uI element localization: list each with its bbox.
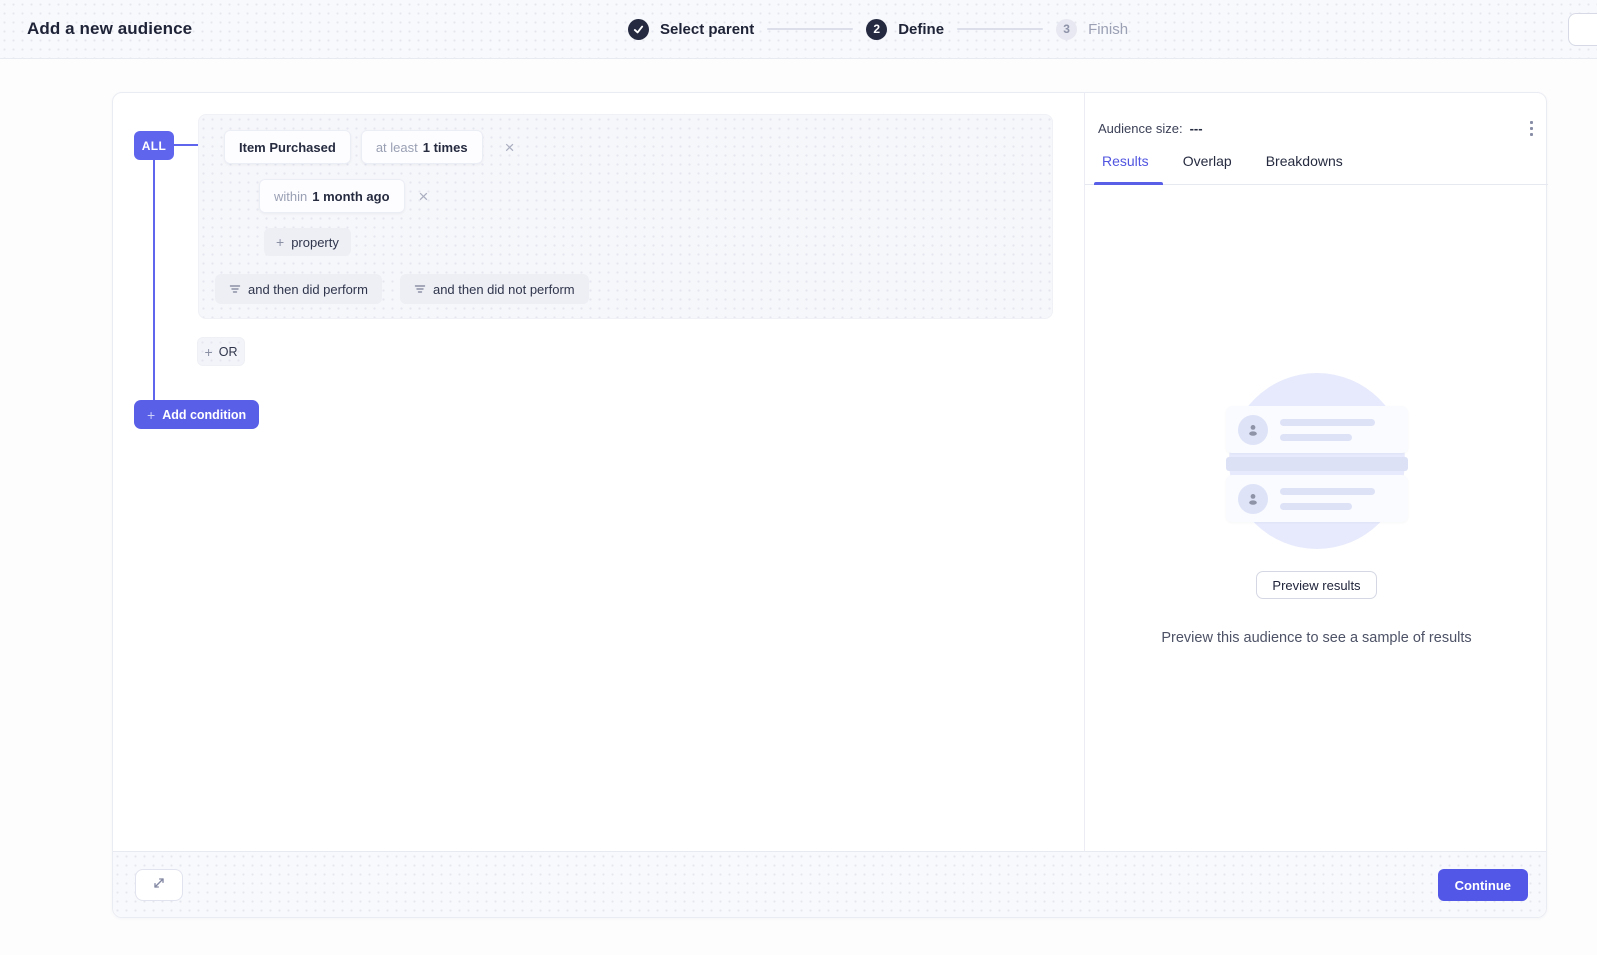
add-or-button[interactable]: + OR <box>197 337 245 366</box>
and-then-did-perform-label: and then did perform <box>248 282 368 297</box>
person-icon <box>1238 484 1268 514</box>
tab-overlap[interactable]: Overlap <box>1179 151 1236 184</box>
filter-icon <box>229 283 241 295</box>
partial-corner-control[interactable] <box>1568 13 1597 46</box>
stepper: Select parent 2 Define 3 Finish <box>628 0 1128 58</box>
remove-window-icon[interactable]: × <box>415 186 433 207</box>
or-label: OR <box>219 345 238 359</box>
window-prefix: within <box>274 189 307 204</box>
step-define[interactable]: 2 Define <box>866 19 944 40</box>
step-connector <box>767 28 853 30</box>
audience-builder-card: ALL Item Purchased at least 1 times × wi… <box>112 92 1547 918</box>
add-property-button[interactable]: + property <box>264 228 351 256</box>
frequency-value: 1 times <box>423 140 468 155</box>
step-finish: 3 Finish <box>1056 19 1128 40</box>
time-window-pill[interactable]: within 1 month ago <box>259 179 405 213</box>
plus-icon: + <box>205 345 213 359</box>
results-empty-state: Preview results Preview this audience to… <box>1085 185 1548 646</box>
expand-button[interactable] <box>135 869 183 901</box>
illustration-user-card <box>1226 406 1408 453</box>
connector-line-horizontal <box>174 144 199 146</box>
condition-row-sequence: and then did perform and then did not pe… <box>215 274 589 304</box>
illustration-band <box>1226 457 1408 471</box>
step-label: Select parent <box>660 21 754 38</box>
illustration-user-card <box>1226 475 1408 522</box>
and-then-did-not-perform-button[interactable]: and then did not perform <box>400 274 589 304</box>
add-property-label: property <box>291 235 339 250</box>
and-then-did-not-perform-label: and then did not perform <box>433 282 575 297</box>
person-icon <box>1238 415 1268 445</box>
condition-row-event: Item Purchased at least 1 times × <box>224 130 519 164</box>
audience-size-value: --- <box>1190 121 1203 136</box>
expand-icon <box>151 875 167 896</box>
remove-condition-icon[interactable]: × <box>501 137 519 158</box>
add-condition-button[interactable]: + Add condition <box>134 400 259 429</box>
event-pill[interactable]: Item Purchased <box>224 130 351 164</box>
plus-icon: + <box>276 235 284 249</box>
audience-preview-illustration <box>1226 373 1408 549</box>
page-title: Add a new audience <box>27 19 192 39</box>
step-label: Finish <box>1088 21 1128 38</box>
condition-row-property: + property <box>264 228 351 256</box>
step-number: 2 <box>866 19 887 40</box>
step-number: 3 <box>1056 19 1077 40</box>
tab-breakdowns[interactable]: Breakdowns <box>1262 151 1347 184</box>
illustration-text-lines <box>1280 419 1375 441</box>
continue-button[interactable]: Continue <box>1438 869 1528 901</box>
frequency-pill[interactable]: at least 1 times <box>361 130 483 164</box>
plus-icon: + <box>147 408 155 422</box>
connector-line-vertical <box>153 160 155 401</box>
step-connector <box>957 28 1043 30</box>
group-operator-badge[interactable]: ALL <box>134 131 174 160</box>
illustration-text-lines <box>1280 488 1375 510</box>
window-value: 1 month ago <box>312 189 389 204</box>
card-footer: Continue <box>113 851 1546 917</box>
results-tabs: Results Overlap Breakdowns <box>1085 151 1548 185</box>
top-header: Add a new audience Select parent 2 Defin… <box>0 0 1597 59</box>
results-panel: Audience size: --- Results Overlap Break… <box>1085 93 1548 853</box>
preview-hint-text: Preview this audience to see a sample of… <box>1085 630 1548 646</box>
filter-icon <box>414 283 426 295</box>
step-select-parent[interactable]: Select parent <box>628 19 754 40</box>
frequency-prefix: at least <box>376 140 418 155</box>
results-panel-header: Audience size: --- <box>1098 118 1536 139</box>
step-complete-check-icon <box>628 19 649 40</box>
step-label: Define <box>898 21 944 38</box>
preview-results-button[interactable]: Preview results <box>1256 571 1376 599</box>
add-condition-label: Add condition <box>162 408 246 422</box>
kebab-menu-icon[interactable] <box>1527 118 1536 139</box>
audience-size-label: Audience size: <box>1098 121 1183 136</box>
and-then-did-perform-button[interactable]: and then did perform <box>215 274 382 304</box>
tab-results[interactable]: Results <box>1098 151 1153 184</box>
condition-group: Item Purchased at least 1 times × within… <box>198 114 1053 319</box>
event-name: Item Purchased <box>239 140 336 155</box>
condition-row-window: within 1 month ago × <box>259 179 432 213</box>
